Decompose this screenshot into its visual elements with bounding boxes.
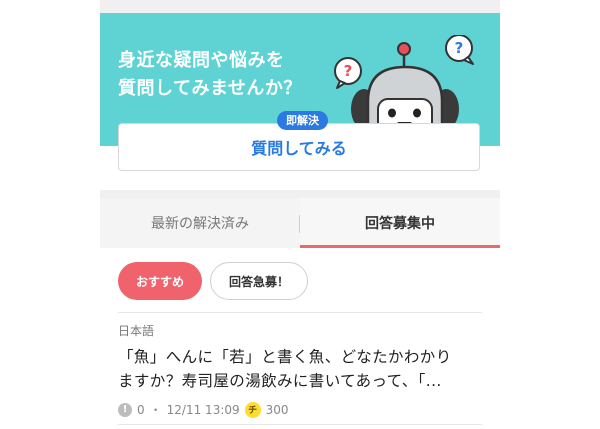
hero-text: 身近な疑問や悩みを 質問してみませんか？ [118,47,302,103]
question-bubble-right-icon: ? [445,35,474,65]
question-meta: ! 0 ・ 12/11 13:09 チ 300 [118,401,482,418]
question-title-line-2: ますか？寿司屋の湯飲みに書いてあって、「... [118,372,442,390]
list-divider [118,312,482,313]
question-bubble-left-icon: ? [334,57,362,89]
answer-count: 0 [137,402,145,417]
section-gap [100,190,500,198]
filter-recommended-chip[interactable]: おすすめ [118,262,202,300]
filter-chips: おすすめ 回答急募！ [118,262,308,300]
tab-bar: 最新の解決済み 回答募集中 [100,198,500,248]
question-date: 12/11 13:09 [166,402,240,417]
filter-urgent-chip[interactable]: 回答急募！ [210,262,308,300]
question-title-line-1: 「魚」へんに「若」と書く魚、どなたかわかり [118,348,452,366]
list-divider-bottom [118,424,482,425]
bubble-left-mark: ? [344,62,353,80]
question-title[interactable]: 「魚」へんに「若」と書く魚、どなたかわかり ますか？寿司屋の湯飲みに書いてあって… [118,345,482,393]
coin-icon: チ [244,401,261,418]
coin-reward: 300 [265,402,289,417]
instant-answer-badge: 即解決 [277,111,328,130]
bubble-right-mark: ? [455,39,464,57]
tab-separator [299,215,300,233]
ask-question-button[interactable]: 質問してみる [118,123,480,171]
hero-line-2: 質問してみませんか？ [118,78,302,99]
tab-latest-resolved[interactable]: 最新の解決済み [100,198,300,248]
answer-count-icon: ! [118,402,132,417]
hero-line-1: 身近な疑問や悩みを [118,50,285,71]
meta-separator: ・ [149,403,162,417]
page: 身近な疑問や悩みを 質問してみませんか？ ? ? 即解決 質問してみる 最新の解… [100,0,500,429]
question-category: 日本語 [118,324,155,338]
tab-seeking-answers[interactable]: 回答募集中 [300,198,500,248]
top-gray-strip [100,0,500,13]
question-list-item[interactable]: 日本語 「魚」へんに「若」と書く魚、どなたかわかり ますか？寿司屋の湯飲みに書い… [118,318,482,418]
